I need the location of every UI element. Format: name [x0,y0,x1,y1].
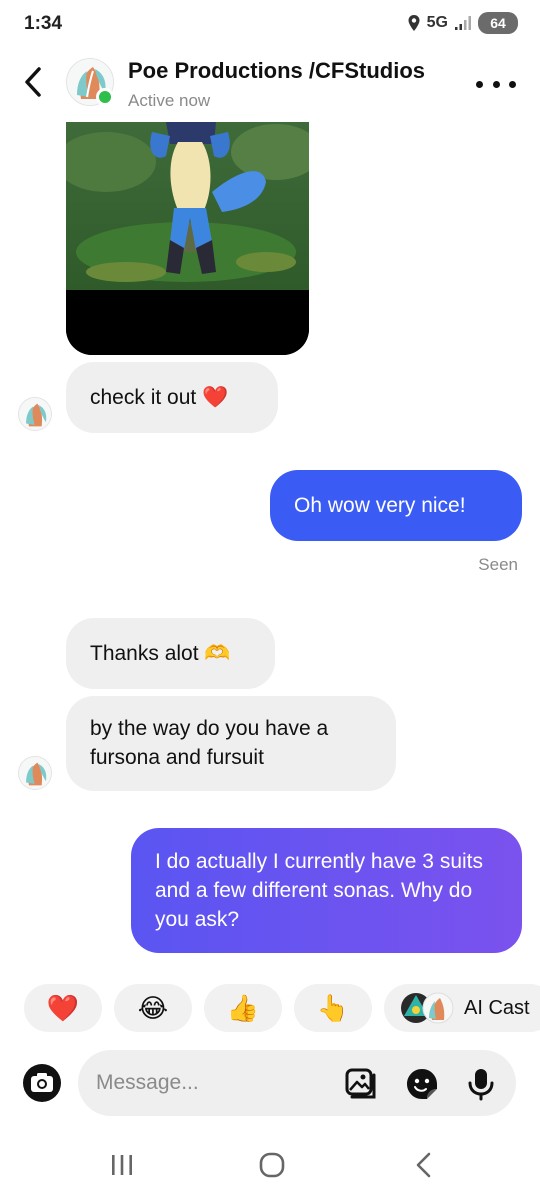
camera-icon [23,1064,61,1102]
nav-back-button[interactable] [404,1150,444,1180]
sender-avatar[interactable] [18,397,52,431]
network-type: 5G [426,14,448,31]
system-nav-bar [0,1130,540,1200]
status-bar: 1:34 5G 64 [0,0,540,50]
home-icon [259,1152,285,1178]
online-status-dot [96,88,114,106]
sender-avatar-image [19,398,51,430]
back-button[interactable] [18,64,48,100]
message-bubble-outgoing[interactable]: I do actually I currently have 3 suits a… [131,828,522,953]
reaction-thumbs-up[interactable]: 👍 [204,984,282,1032]
sticker-button[interactable] [405,1067,439,1101]
battery-indicator: 64 [478,12,518,34]
ai-cast-label: AI Cast [464,996,530,1019]
ai-cast-chip[interactable]: AI Cast [384,984,540,1032]
more-dot [492,80,500,88]
sender-avatar[interactable] [18,756,52,790]
signal-icon [455,16,471,30]
message-bubble-incoming[interactable]: Thanks alot 🫶 [66,618,275,689]
contact-name[interactable]: Poe Productions /CFStudios [128,58,425,84]
microphone-icon [468,1069,494,1101]
message-bubble-incoming[interactable]: by the way do you have a fursona and fur… [66,696,396,791]
gallery-button[interactable] [344,1067,378,1101]
status-time: 1:34 [24,13,63,34]
more-dot [476,80,483,88]
location-icon [408,15,420,31]
message-bubble-outgoing[interactable]: Oh wow very nice! [270,470,522,541]
recent-apps-button[interactable] [102,1150,142,1180]
more-options-button[interactable] [476,72,516,96]
gallery-icon [345,1068,376,1099]
home-button[interactable] [252,1150,292,1180]
shared-image [66,122,309,355]
seen-indicator: Seen [478,555,518,574]
sender-avatar-image [19,757,51,789]
quick-reactions-row: ❤️ 😂 👍 👆 AI Cast [24,984,540,1032]
recent-apps-icon [112,1155,132,1175]
active-status: Active now [128,91,211,110]
sticker-icon [407,1069,437,1099]
nav-back-icon [416,1152,431,1178]
chevron-left-icon [25,67,41,97]
reaction-laugh[interactable]: 😂 [114,984,192,1032]
message-bubble-incoming[interactable]: check it out ❤️ [66,362,278,433]
message-input[interactable] [96,1050,336,1116]
status-right: 5G 64 [407,12,518,34]
camera-button[interactable] [22,1063,62,1103]
image-message[interactable] [66,122,309,355]
chat-header: Poe Productions /CFStudios Active now [0,50,540,118]
ai-cast-avatars-icon [401,992,454,1024]
more-dot [509,80,516,88]
message-composer [78,1050,516,1116]
reaction-point-up[interactable]: 👆 [294,984,372,1032]
microphone-button[interactable] [464,1067,498,1101]
reaction-heart[interactable]: ❤️ [24,984,102,1032]
